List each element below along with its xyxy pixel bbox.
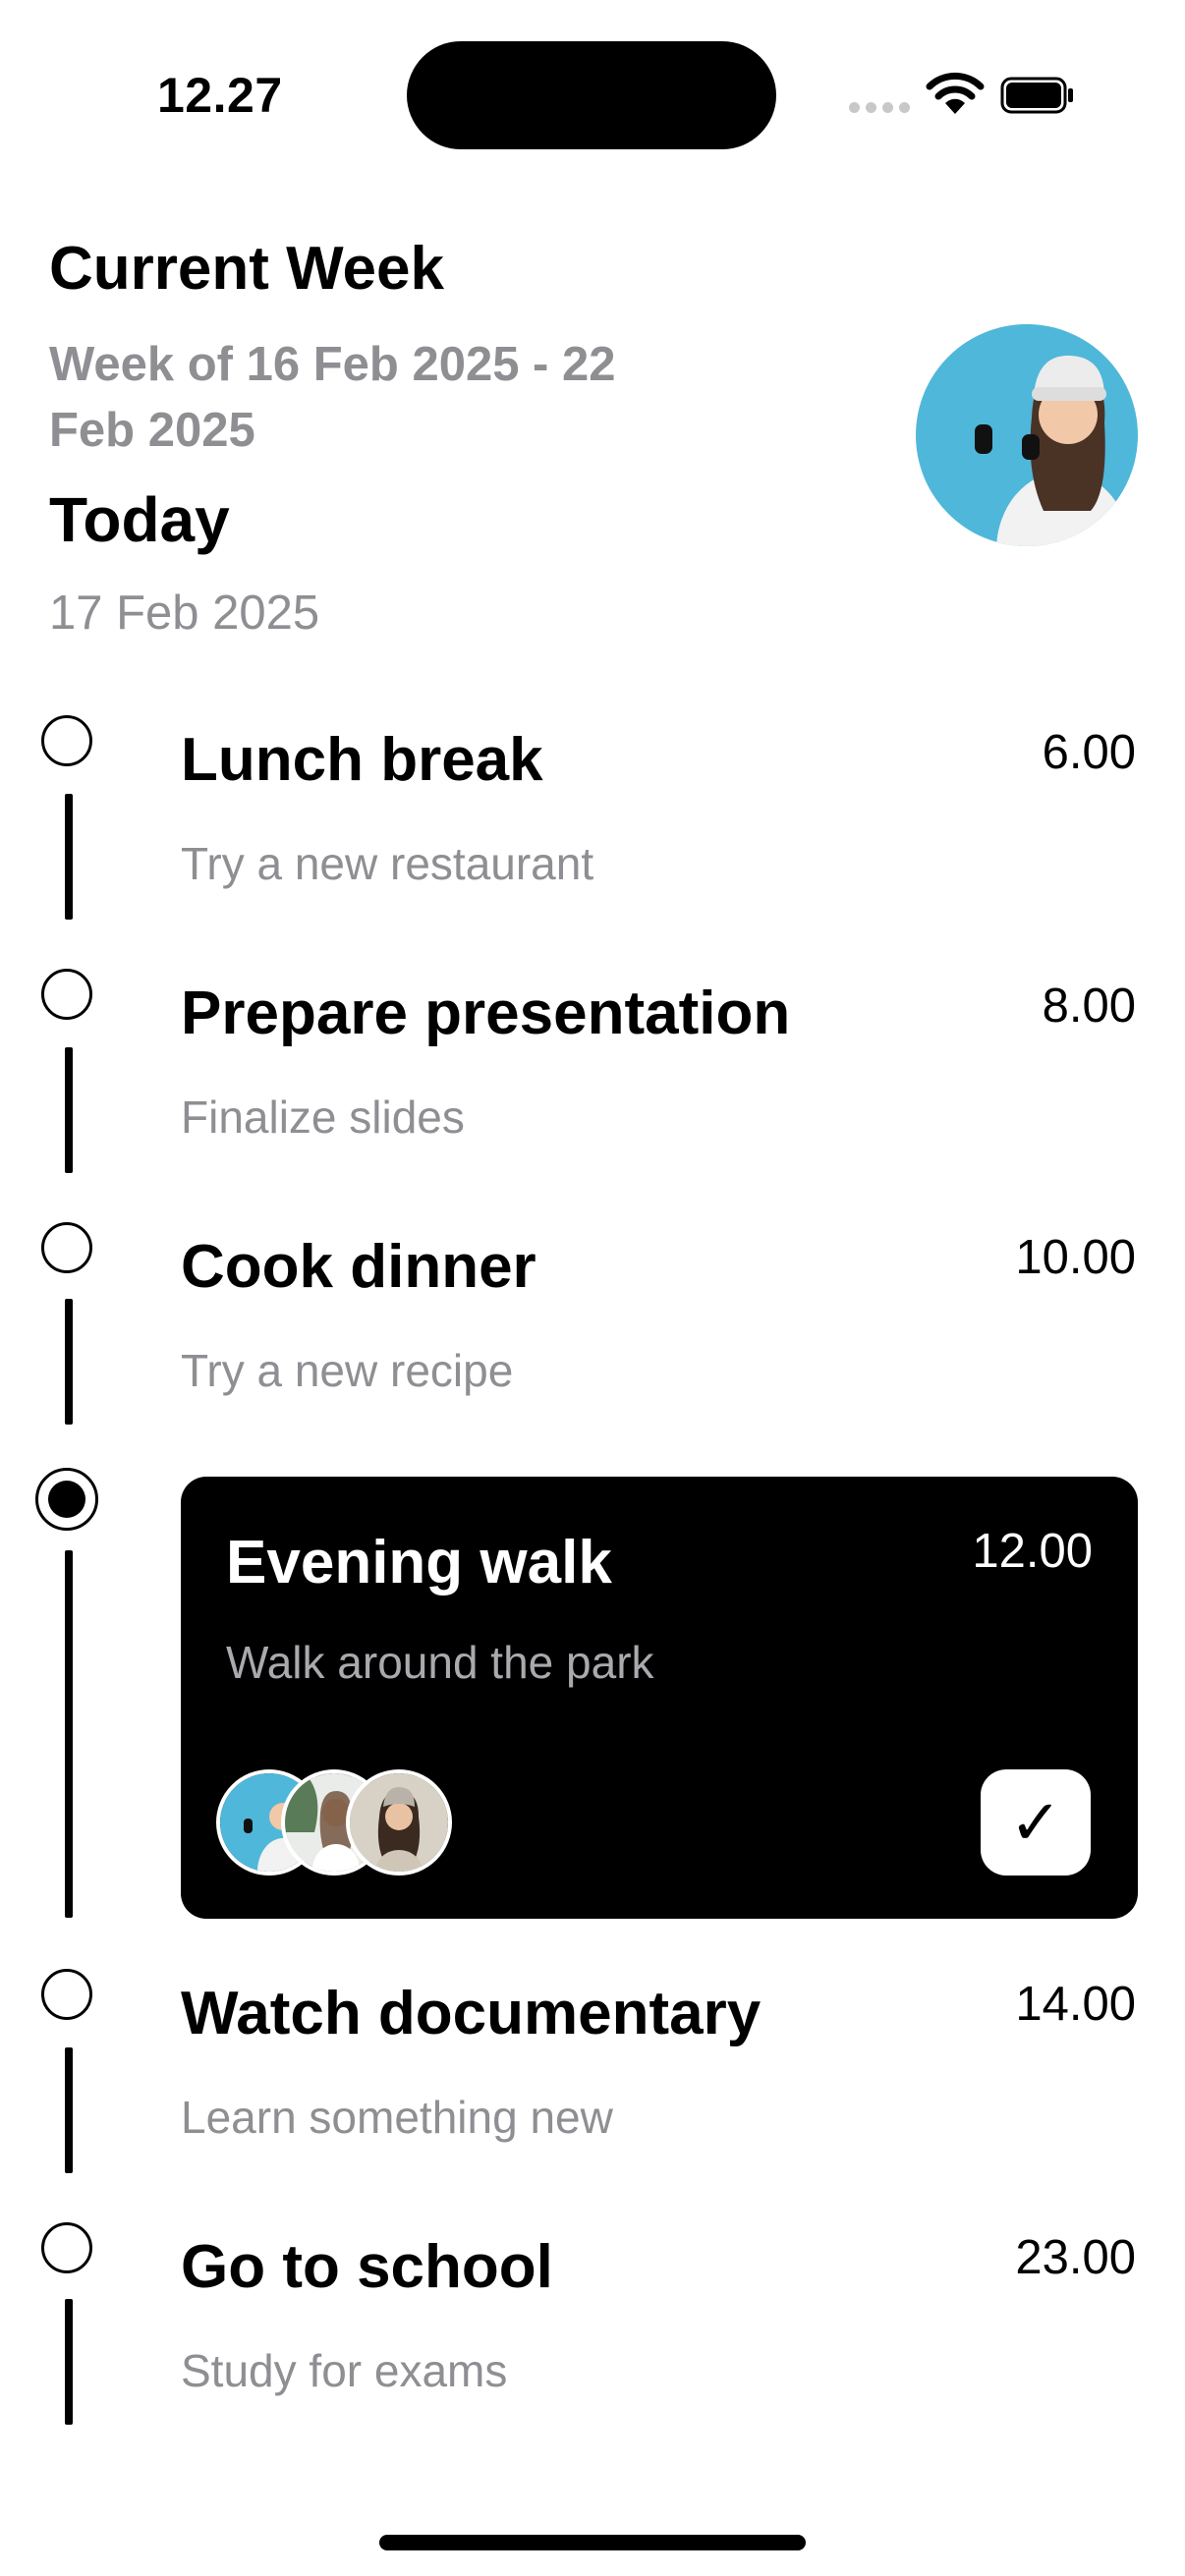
timeline-dot[interactable] [41, 1222, 92, 1273]
participant-avatars[interactable] [216, 1769, 462, 1877]
task-subtitle: Study for exams [181, 2345, 508, 2396]
signal-icon [849, 102, 910, 113]
timeline-dot-active[interactable] [35, 1468, 98, 1531]
task-title: Go to school [181, 2233, 553, 2301]
task-time: 8.00 [1042, 980, 1136, 1033]
active-task-card[interactable]: Evening walk 12.00 Walk around the park … [181, 1477, 1138, 1919]
task-time: 10.00 [1015, 1231, 1136, 1284]
task-time: 12.00 [972, 1525, 1093, 1578]
timeline-dot[interactable] [41, 715, 92, 766]
task-title: Prepare presentation [181, 980, 791, 1047]
timeline-dot[interactable] [41, 1969, 92, 2020]
timeline-dot[interactable] [41, 969, 92, 1020]
wifi-icon [926, 72, 985, 114]
task-title: Cook dinner [181, 1233, 536, 1301]
task-title: Lunch break [181, 726, 543, 794]
status-time: 12.27 [157, 68, 283, 123]
today-title: Today [49, 484, 230, 555]
timeline-line [65, 1047, 73, 1173]
task-time: 23.00 [1015, 2231, 1136, 2284]
today-date: 17 Feb 2025 [49, 587, 320, 640]
complete-task-button[interactable]: ✓ [981, 1769, 1091, 1876]
timeline-line [65, 1550, 73, 1918]
task-title: Watch documentary [181, 1980, 762, 2047]
timeline-line [65, 794, 73, 920]
task-time: 14.00 [1015, 1978, 1136, 2031]
task-title: Evening walk [226, 1529, 612, 1596]
avatar-image [916, 324, 1138, 546]
avatar [346, 1769, 452, 1876]
task-subtitle: Finalize slides [181, 1092, 465, 1143]
week-range: Week of 16 Feb 2025 - 22 Feb 2025 [49, 338, 616, 457]
dynamic-island [407, 41, 776, 149]
timeline-line [65, 2047, 73, 2173]
timeline-dot[interactable] [41, 2222, 92, 2273]
current-week-title: Current Week [49, 235, 444, 303]
task-subtitle: Walk around the park [226, 1637, 654, 1688]
profile-avatar[interactable] [916, 324, 1138, 546]
task-subtitle: Try a new recipe [181, 1345, 514, 1396]
checkmark-icon: ✓ [1009, 1786, 1062, 1858]
task-subtitle: Try a new restaurant [181, 838, 594, 889]
battery-icon [1000, 77, 1073, 114]
timeline-line [65, 2299, 73, 2425]
timeline-line [65, 1299, 73, 1425]
task-subtitle: Learn something new [181, 2092, 613, 2143]
home-indicator[interactable] [379, 2535, 806, 2550]
task-time: 6.00 [1042, 726, 1136, 779]
